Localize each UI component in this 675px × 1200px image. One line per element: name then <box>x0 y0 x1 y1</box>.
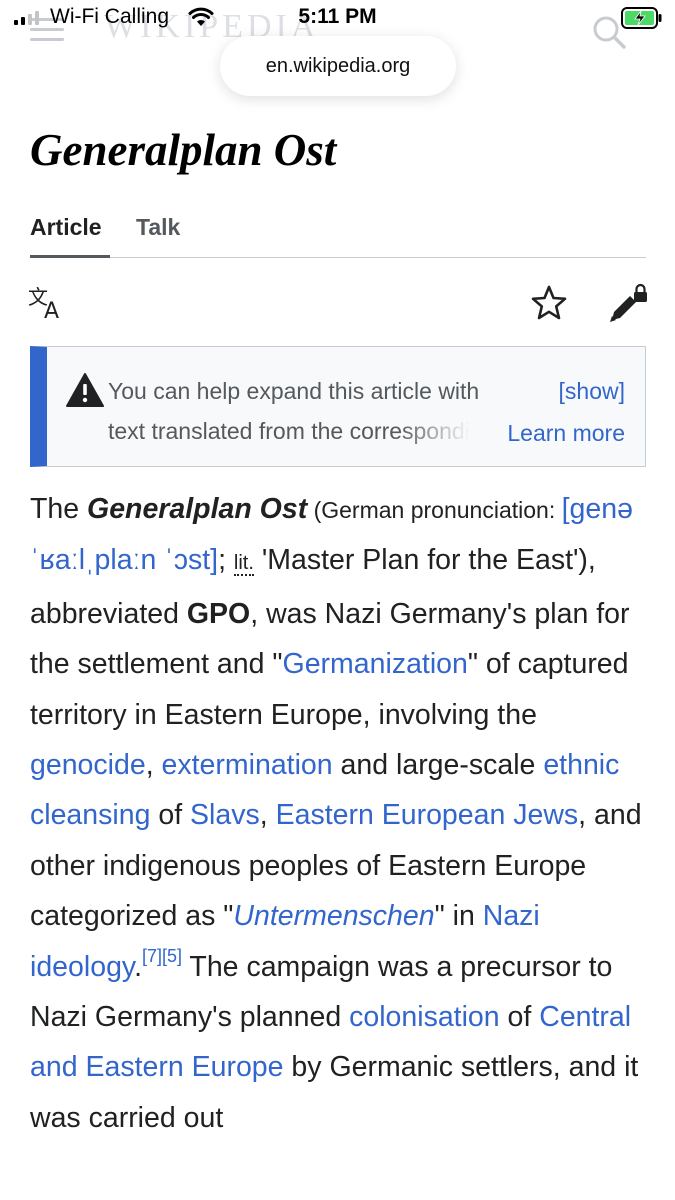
tab-article[interactable]: Article <box>30 214 102 241</box>
link-extermination[interactable]: extermination <box>162 749 333 781</box>
notice-line-2: text translated from the corresponding a… <box>108 418 470 444</box>
active-tab-indicator <box>30 255 110 258</box>
link-germanization[interactable]: Germanization <box>283 648 468 680</box>
battery-charging-icon <box>621 7 662 29</box>
url-bar[interactable]: en.wikipedia.org <box>220 36 456 96</box>
text-run: of <box>150 799 191 832</box>
reference-7[interactable]: [7] <box>142 946 162 966</box>
notice-line-1: You can help expand this article with <box>108 378 480 404</box>
page-actions-toolbar: 文 A <box>0 280 675 328</box>
text-run: " in <box>434 900 483 933</box>
article-lead-paragraph: The Generalplan Ost (German pronunciatio… <box>30 484 650 1143</box>
page-title: Generalplan Ost <box>30 125 337 175</box>
text-run: ( <box>307 497 322 523</box>
svg-text:A: A <box>44 299 59 322</box>
text-run: The <box>30 493 88 525</box>
lit-abbreviation[interactable]: lit. <box>233 552 254 577</box>
warning-icon <box>66 373 104 407</box>
reference-5[interactable]: [5] <box>162 946 182 966</box>
watch-star-icon[interactable] <box>530 284 568 322</box>
status-bar: Wi-Fi Calling 5:11 PM <box>0 0 675 38</box>
article-tabs: Article Talk <box>30 206 646 258</box>
article-subject: Generalplan Ost <box>87 493 308 525</box>
link-slavs[interactable]: Slavs <box>190 799 260 831</box>
clock: 5:11 PM <box>298 5 377 28</box>
notice-learn-more-link[interactable]: Learn more <box>507 413 625 453</box>
text-run: , <box>259 799 276 832</box>
link-genocide[interactable]: genocide <box>30 749 146 781</box>
notice-show-link[interactable]: [show] <box>559 371 625 411</box>
language-icon[interactable]: 文 A <box>28 284 68 322</box>
text-run: and large-scale <box>332 749 544 782</box>
tab-talk[interactable]: Talk <box>136 214 180 241</box>
translation-notice: You can help expand this article with te… <box>30 346 646 467</box>
edit-locked-icon[interactable] <box>604 282 650 324</box>
notice-message: You can help expand this article with te… <box>108 371 528 451</box>
link-untermenschen[interactable]: Untermenschen <box>233 900 434 932</box>
pronunciation-label: German pronunciation: <box>321 497 562 523</box>
link-eastern-european-jews[interactable]: Eastern European Jews <box>276 799 579 831</box>
text-run: . <box>134 950 142 983</box>
text-run: of <box>499 1001 540 1034</box>
text-run: , <box>145 749 162 782</box>
gpo-abbreviation: GPO <box>186 597 251 630</box>
text-run: ; <box>218 544 234 577</box>
link-colonisation[interactable]: colonisation <box>349 1001 500 1033</box>
